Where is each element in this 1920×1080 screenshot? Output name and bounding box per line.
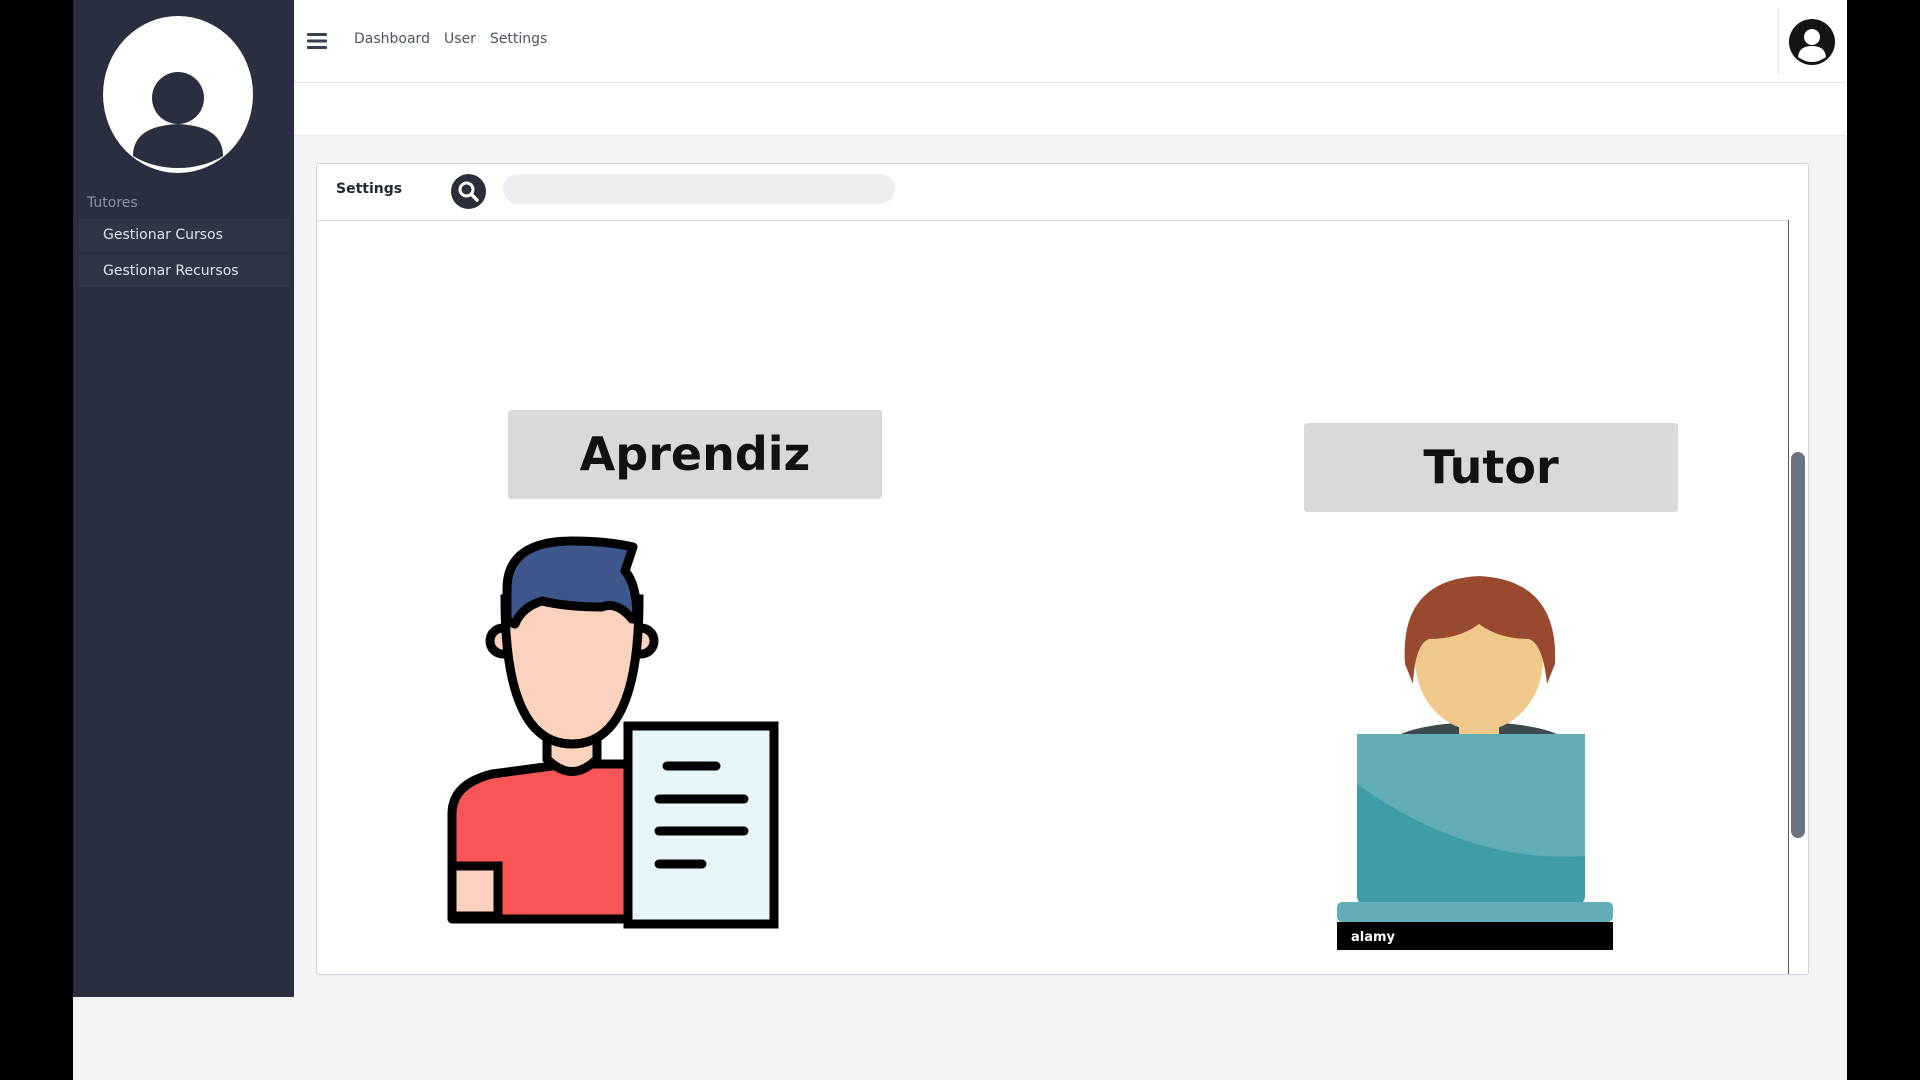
sidebar: Tutores Gestionar Cursos Gestionar Recur… [73, 0, 294, 997]
watermark-text: alamy [1351, 930, 1396, 945]
top-navbar: Dashboard User Settings [294, 0, 1847, 83]
nav-link-settings[interactable]: Settings [490, 31, 547, 47]
vertical-scrollbar[interactable] [1788, 220, 1808, 974]
profile-avatar-icon [103, 16, 253, 173]
learner-role-button[interactable]: Aprendiz [508, 410, 882, 499]
navbar-divider [1778, 8, 1779, 74]
tutor-role-button[interactable]: Tutor [1304, 423, 1678, 512]
menu-icon[interactable] [306, 30, 328, 52]
search-input[interactable] [503, 174, 895, 204]
tutor-illustration[interactable]: alamy [1329, 534, 1629, 954]
sidebar-item-gestionar-cursos[interactable]: Gestionar Cursos [79, 219, 289, 251]
app-window: Tutores Gestionar Cursos Gestionar Recur… [73, 0, 1847, 1080]
user-avatar-icon[interactable] [1789, 19, 1835, 65]
card-header: Settings [317, 164, 1808, 221]
sub-header-bar [294, 83, 1847, 136]
card-title: Settings [336, 181, 403, 197]
nav-link-user[interactable]: User [444, 31, 476, 47]
top-nav-links: Dashboard User Settings [354, 31, 547, 47]
sidebar-section-label: Tutores [87, 195, 138, 211]
sidebar-item-gestionar-recursos[interactable]: Gestionar Recursos [79, 255, 289, 287]
learner-illustration[interactable] [437, 529, 797, 929]
nav-link-dashboard[interactable]: Dashboard [354, 31, 430, 47]
settings-card: Settings Aprendiz Tutor alamy [316, 163, 1809, 975]
scrollbar-thumb[interactable] [1791, 452, 1805, 838]
search-icon[interactable] [451, 174, 486, 209]
